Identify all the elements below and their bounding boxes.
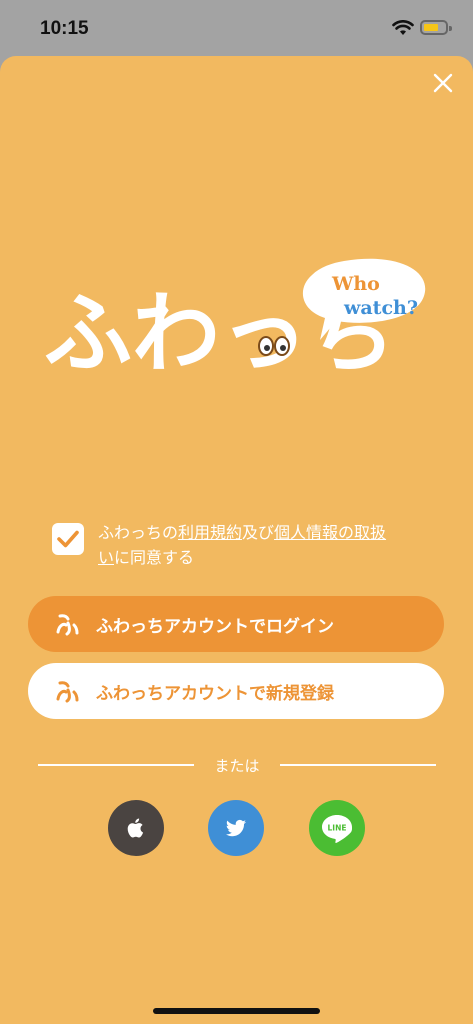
svg-text:Who: Who xyxy=(331,273,380,295)
privacy-link-continued[interactable]: い xyxy=(98,548,114,567)
terms-link[interactable]: 利用規約 xyxy=(178,523,242,542)
agree-checkbox[interactable] xyxy=(52,523,84,555)
check-icon xyxy=(57,530,79,548)
wifi-icon xyxy=(392,20,414,35)
divider-line-right xyxy=(280,764,436,766)
line-icon-text: LINE xyxy=(328,824,347,833)
twitter-login-button[interactable] xyxy=(208,800,264,856)
battery-icon xyxy=(420,20,452,35)
privacy-link[interactable]: 個人情報の取扱 xyxy=(274,523,386,542)
or-divider: または xyxy=(38,755,436,775)
or-label: または xyxy=(214,757,260,775)
close-icon[interactable] xyxy=(430,70,456,96)
home-indicator xyxy=(153,1008,320,1014)
register-button-label: ふわっちアカウントで新規登録 xyxy=(96,683,334,704)
svg-text:watch?: watch? xyxy=(343,297,418,319)
status-time: 10:15 xyxy=(40,18,89,39)
twitter-icon xyxy=(226,819,246,837)
fuwatch-glyph-icon xyxy=(56,681,79,703)
login-button-label: ふわっちアカウントでログイン xyxy=(96,616,334,637)
line-login-button[interactable]: LINE xyxy=(309,800,365,856)
register-button[interactable]: ふわっちアカウントで新規登録 xyxy=(28,663,444,719)
status-bar: 10:15 xyxy=(0,0,473,56)
apple-login-button[interactable] xyxy=(108,800,164,856)
fuwatch-glyph-icon xyxy=(56,614,79,636)
apple-icon xyxy=(127,818,144,838)
line-icon: LINE xyxy=(322,815,353,843)
login-button[interactable]: ふわっちアカウントでログイン xyxy=(28,596,444,652)
agreement-text: ふわっちの利用規約及び個人情報の取扱 いに同意する xyxy=(98,523,387,567)
fuwatch-logo: ふわっち Who watch? xyxy=(44,258,426,378)
